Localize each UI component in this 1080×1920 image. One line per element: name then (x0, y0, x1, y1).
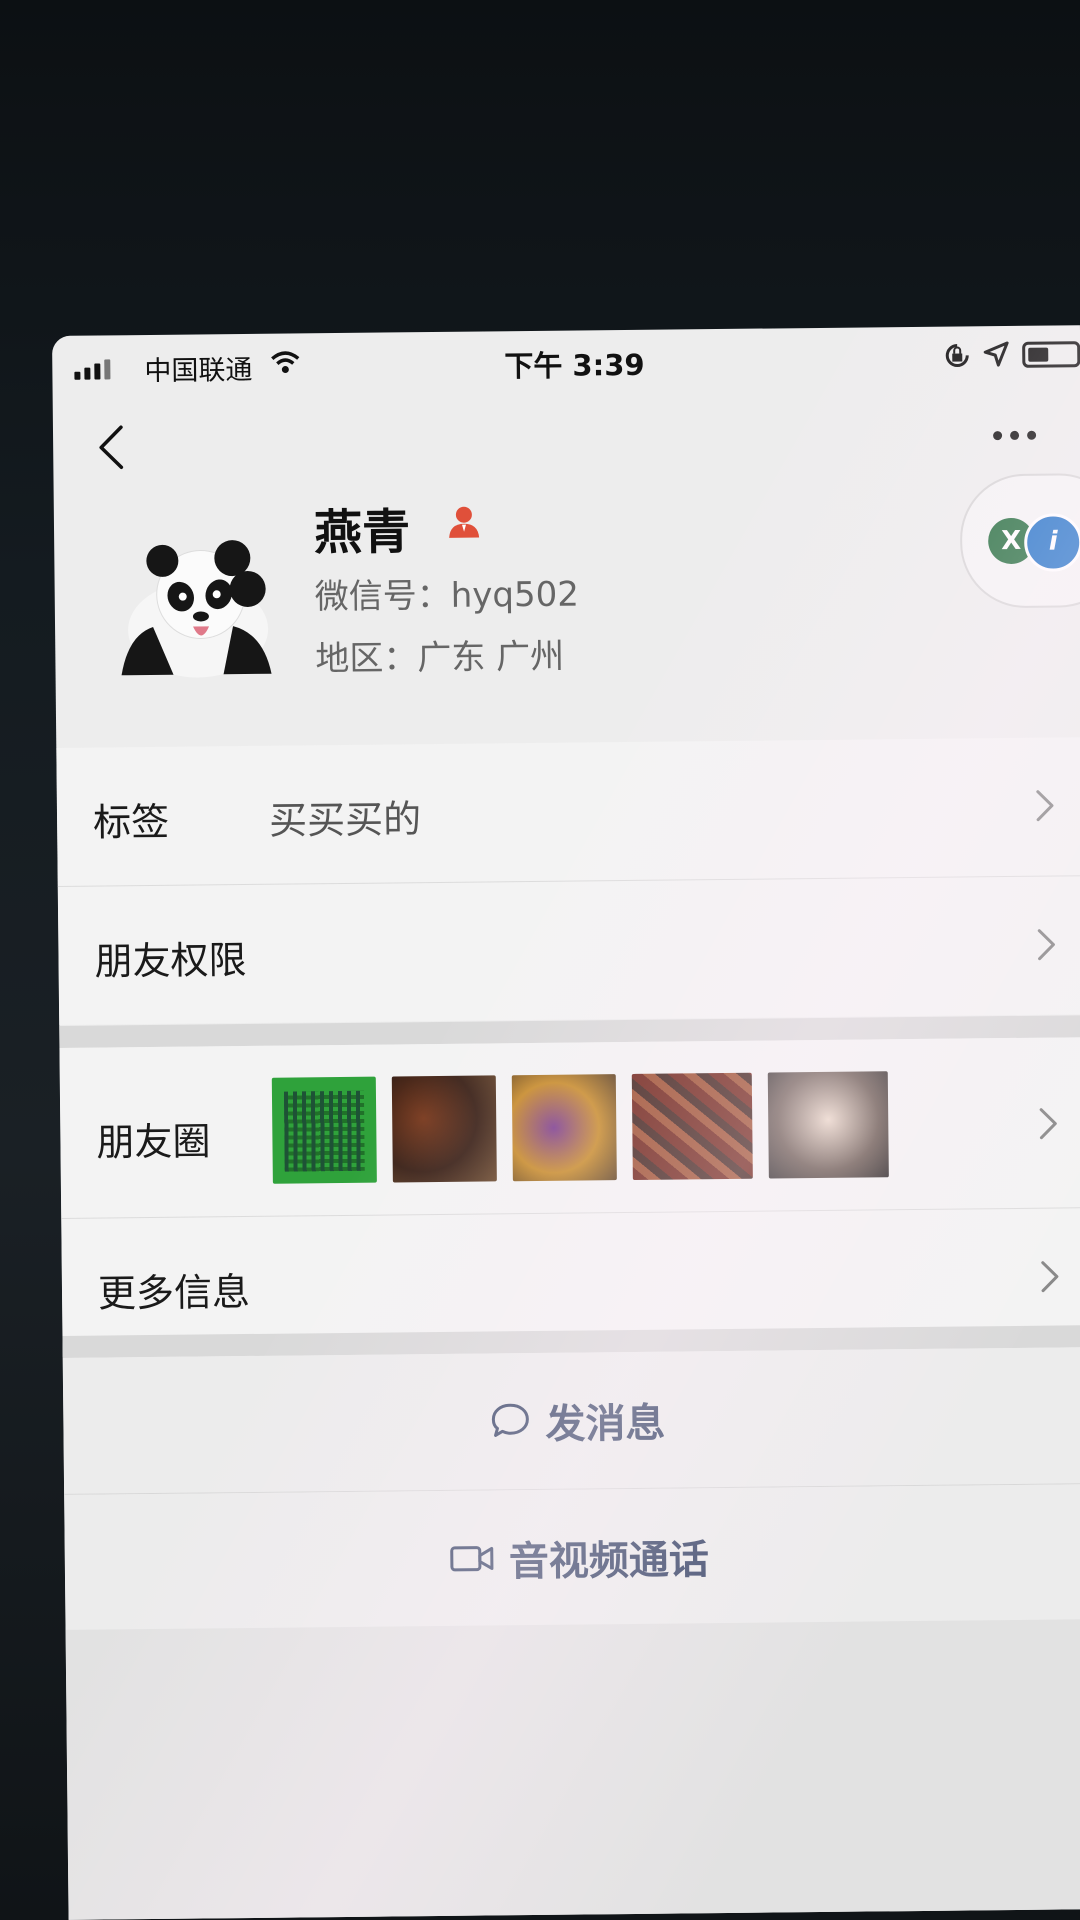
moments-thumbnails (271, 1071, 889, 1184)
moments-thumbnail-food (511, 1074, 617, 1182)
chevron-right-icon (1039, 1108, 1057, 1140)
location-arrow-icon (983, 341, 1009, 367)
battery-icon (1022, 341, 1080, 368)
rotation-lock-icon (945, 344, 969, 368)
chat-bubble-icon (491, 1403, 529, 1437)
quick-apps-pill[interactable]: X i (959, 472, 1080, 609)
send-message-button[interactable]: 发消息 (62, 1347, 1080, 1495)
video-camera-icon (450, 1546, 494, 1572)
contact-name: 燕青 (313, 504, 411, 562)
moments-thumbnail-food (391, 1075, 497, 1183)
row-friend-permissions[interactable]: 朋友权限 (58, 876, 1080, 1025)
signal-icon (74, 359, 111, 380)
carrier-label: 中国联通 (144, 354, 253, 388)
moments-thumbnail-qr (271, 1076, 377, 1184)
more-options-button[interactable] (993, 419, 1063, 450)
back-button[interactable] (87, 417, 138, 478)
avatar[interactable] (112, 534, 274, 686)
wifi-icon (271, 351, 300, 374)
row-label-moments: 朋友圈 (96, 1119, 211, 1165)
chevron-right-icon (1041, 1261, 1059, 1293)
empty-area (65, 1619, 1080, 1920)
info-group: 标签 买买买的 朋友权限 (56, 737, 1080, 1025)
region: 地区：广东 广州 (315, 636, 565, 680)
moments-group: 朋友圈 更多信息 (59, 1037, 1080, 1357)
row-label-more-info: 更多信息 (97, 1269, 251, 1316)
wechat-id: 微信号：hyq502 (314, 574, 580, 618)
nav-bar (53, 389, 1080, 490)
row-value-tags: 买买买的 (268, 797, 422, 843)
person-icon (449, 506, 480, 538)
av-call-label: 音视频通话 (508, 1537, 710, 1586)
action-buttons: 发消息 音视频通话 (62, 1347, 1080, 1632)
app-blue-icon[interactable]: i (1023, 513, 1080, 572)
status-bar: 中国联通 下午 3:39 (52, 325, 1080, 400)
row-tags[interactable]: 标签 买买买的 (56, 737, 1080, 887)
av-call-button[interactable]: 音视频通话 (64, 1484, 1080, 1632)
status-time: 下午 3:39 (504, 347, 645, 384)
chevron-right-icon (1037, 929, 1055, 961)
row-label-tags: 标签 (92, 799, 170, 845)
moments-thumbnail-people (767, 1071, 889, 1179)
phone-screen: 中国联通 下午 3:39 燕青 微信号：hyq502 地区：广东 广州 X i … (52, 325, 1080, 1920)
row-label-permissions: 朋友权限 (94, 937, 247, 984)
moments-thumbnail-food (631, 1072, 753, 1180)
row-moments[interactable]: 朋友圈 (59, 1037, 1080, 1219)
chevron-right-icon (1036, 790, 1054, 822)
send-message-label: 发消息 (545, 1400, 666, 1448)
